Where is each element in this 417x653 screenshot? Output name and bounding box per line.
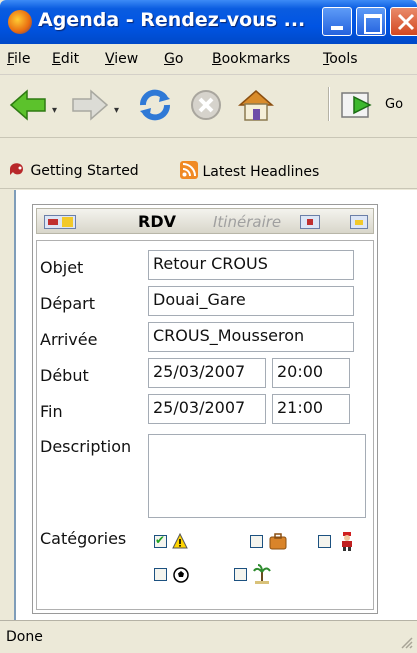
palm-tree-icon (253, 564, 271, 584)
debut-label: Début (40, 366, 89, 385)
rss-feed-icon (180, 161, 198, 179)
minimize-button[interactable] (322, 7, 352, 36)
menu-bookmarks-label: ookmarks (221, 51, 291, 67)
menu-edit-hotkey: E (52, 51, 61, 67)
menu-edit[interactable]: Edit (52, 51, 79, 67)
category-briefcase-checkbox[interactable] (250, 535, 263, 548)
depart-field[interactable]: Douai_Gare (148, 286, 354, 316)
menu-bookmarks[interactable]: Bookmarks (212, 51, 290, 67)
tab-rdv[interactable]: RDV (138, 212, 176, 231)
soccer-ball-icon (173, 567, 189, 583)
go-icon[interactable] (340, 87, 380, 123)
forward-dropdown-icon[interactable]: ▾ (114, 105, 119, 116)
toolbar-separator (328, 87, 330, 121)
rdv-form: Objet Retour CROUS Départ Douai_Gare Arr… (36, 240, 374, 610)
panel-header: RDV Itinéraire (36, 208, 374, 234)
close-icon (397, 13, 415, 31)
close-button[interactable] (390, 7, 417, 36)
page-content: RDV Itinéraire Objet Retour CROUS Départ… (14, 190, 417, 620)
menu-go[interactable]: Go (164, 51, 183, 67)
description-label: Description (40, 437, 132, 456)
home-icon[interactable] (236, 87, 276, 123)
bookmark-label: Getting Started (30, 163, 139, 179)
bookmark-getting-started[interactable]: Getting Started (8, 161, 139, 179)
menu-file-label: ile (14, 51, 31, 67)
getting-started-icon (10, 163, 23, 175)
navigation-toolbar: ▾ ▾ Go (0, 75, 417, 138)
category-ball-checkbox[interactable] (154, 568, 167, 581)
fin-date-field[interactable]: 25/03/2007 (148, 394, 266, 424)
reload-icon[interactable] (135, 87, 175, 123)
arrivee-field[interactable]: CROUS_Mousseron (148, 322, 354, 352)
debut-time-field[interactable]: 20:00 (272, 358, 350, 388)
description-field[interactable] (148, 434, 366, 518)
go-label[interactable]: Go (385, 97, 403, 112)
category-warning-checkbox[interactable] (154, 533, 167, 548)
bookmark-latest-headlines[interactable]: Latest Headlines (180, 161, 319, 180)
menu-view-label: iew (114, 51, 139, 67)
menu-file-hotkey: F (7, 51, 15, 67)
fin-label: Fin (40, 402, 63, 421)
debut-date-field[interactable]: 25/03/2007 (148, 358, 266, 388)
menu-tools-label: ools (329, 51, 358, 67)
menu-go-label: o (174, 51, 184, 67)
menu-tools[interactable]: Tools (323, 51, 358, 67)
window-title: Agenda - Rendez-vous ... (38, 9, 306, 31)
title-bar[interactable]: Agenda - Rendez-vous ... (0, 0, 417, 44)
menu-bar: File Edit View Go Bookmarks Tools (0, 44, 417, 75)
bookmark-label: Latest Headlines (202, 164, 320, 180)
forward-arrow-icon[interactable] (70, 87, 110, 123)
calendar-icon[interactable] (300, 215, 320, 229)
back-dropdown-icon[interactable]: ▾ (52, 105, 57, 116)
firefox-app-icon (8, 10, 32, 34)
back-arrow-icon[interactable] (8, 87, 48, 123)
objet-label: Objet (40, 258, 84, 277)
stop-icon[interactable] (188, 87, 224, 123)
bookmarks-toolbar: Getting Started Latest Headlines (0, 139, 417, 189)
resize-grip-icon[interactable] (399, 635, 413, 649)
menu-edit-label: dit (60, 51, 80, 67)
agenda-panel: RDV Itinéraire Objet Retour CROUS Départ… (32, 204, 378, 614)
warning-icon (172, 533, 188, 549)
depart-label: Départ (40, 294, 95, 313)
save-icon[interactable] (350, 215, 368, 229)
arrivee-label: Arrivée (40, 330, 98, 349)
menu-bookmarks-hotkey: B (212, 51, 222, 67)
briefcase-icon (269, 533, 287, 550)
categories-label: Catégories (40, 529, 127, 548)
objet-field[interactable]: Retour CROUS (148, 250, 354, 280)
menu-file[interactable]: File (7, 51, 30, 67)
tab-itineraire[interactable]: Itinéraire (213, 213, 281, 231)
menu-view-hotkey: V (105, 51, 115, 67)
person-icon (342, 532, 352, 551)
fin-time-field[interactable]: 21:00 (272, 394, 350, 424)
status-text: Done (6, 629, 43, 645)
list-view-icon[interactable] (44, 215, 76, 229)
status-bar: Done (0, 620, 417, 653)
menu-view[interactable]: View (105, 51, 138, 67)
maximize-button[interactable] (356, 7, 386, 36)
category-island-checkbox[interactable] (234, 568, 247, 581)
category-person-checkbox[interactable] (318, 535, 331, 548)
menu-go-hotkey: G (164, 51, 175, 67)
